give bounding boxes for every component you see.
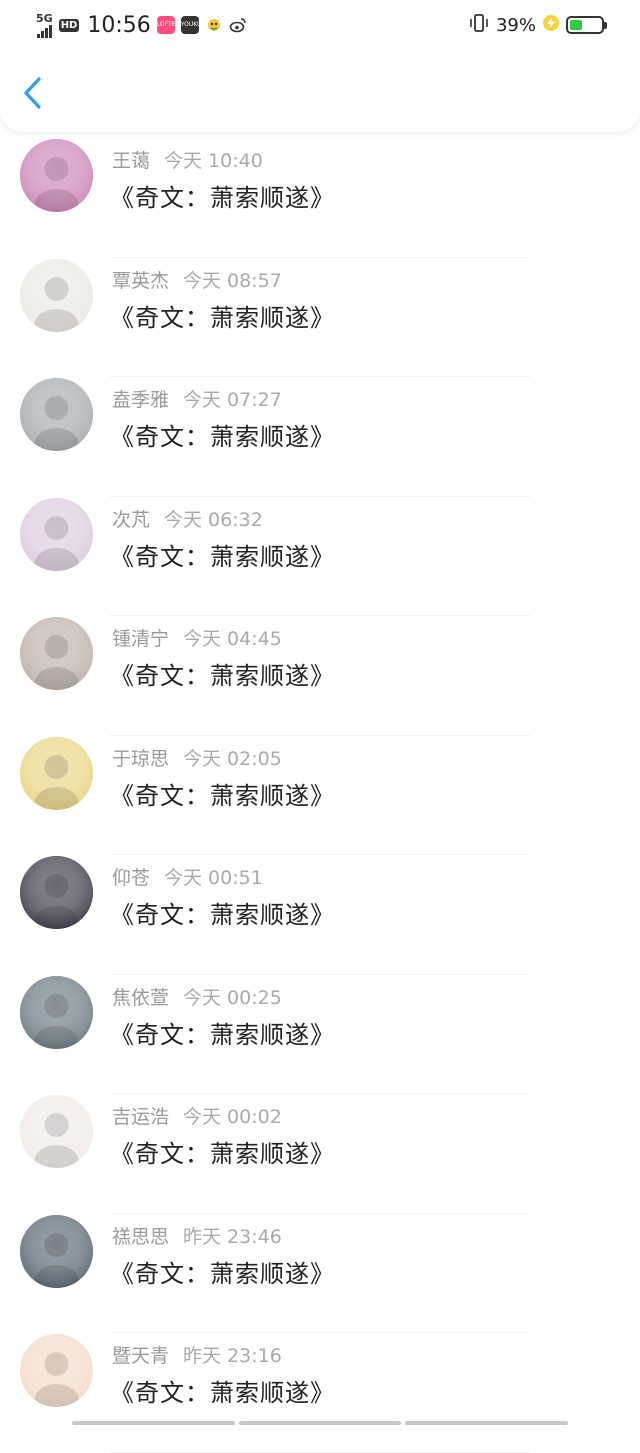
avatar[interactable] [20, 378, 93, 451]
item-title[interactable]: 《奇文：萧索顺遂》 [110, 298, 335, 333]
list-item[interactable]: 仰苍 今天 00:51 《奇文：萧索顺遂》 [0, 855, 640, 975]
clock: 10:56 [87, 12, 151, 38]
divider [110, 1451, 530, 1453]
item-title[interactable]: 《奇文：萧索顺遂》 [110, 1134, 335, 1169]
item-timestamp: 昨天 23:46 [183, 1225, 282, 1248]
status-bar-right: 39% [468, 10, 607, 40]
list-item[interactable]: 禚思思 昨天 23:46 《奇文：萧索顺遂》 [0, 1214, 640, 1333]
avatar[interactable] [20, 139, 93, 212]
status-bar: 5G HD 10:56 LOFTER YOUKU 39% [0, 0, 640, 50]
item-title[interactable]: 《奇文：萧索顺遂》 [110, 776, 335, 811]
item-meta: 焦依萱 今天 00:25 [112, 983, 282, 1010]
item-title[interactable]: 《奇文：萧索顺遂》 [110, 656, 335, 691]
chat-app-icon [205, 16, 223, 34]
item-author: 王蔼 [112, 150, 151, 172]
item-title[interactable]: 《奇文：萧索顺遂》 [110, 1373, 335, 1408]
avatar[interactable] [20, 617, 93, 690]
item-timestamp: 昨天 23:16 [183, 1345, 282, 1367]
list-item[interactable]: 暨天青 昨天 23:16 《奇文：萧索顺遂》 [0, 1333, 640, 1453]
item-title[interactable]: 《奇文：萧索顺遂》 [110, 417, 335, 452]
item-meta: 仰苍 今天 00:51 [112, 863, 263, 890]
item-meta: 于琼思 今天 02:05 [112, 744, 282, 771]
hd-badge: HD [58, 18, 80, 32]
list-item[interactable]: 盍季雅 今天 07:27 《奇文：萧索顺遂》 [0, 377, 640, 497]
battery-level [570, 20, 582, 30]
item-timestamp: 今天 07:27 [183, 389, 282, 411]
item-author: 盍季雅 [112, 389, 170, 411]
message-list: 王蔼 今天 10:40 《奇文：萧索顺遂》 覃英杰 今天 08:57 《奇文：萧索顺遂》盍… [0, 138, 640, 1453]
item-meta: 暨天青 昨天 23:16 [112, 1341, 282, 1368]
avatar[interactable] [20, 856, 93, 929]
list-item[interactable]: 锺清宁 今天 04:45 《奇文：萧索顺遂》 [0, 616, 640, 736]
avatar[interactable] [20, 1214, 93, 1288]
item-timestamp: 今天 10:40 [164, 150, 263, 172]
item-timestamp: 今天 00:25 [183, 986, 282, 1009]
item-author: 锺清宁 [112, 628, 170, 650]
avatar[interactable] [20, 497, 93, 571]
item-meta: 覃英杰 今天 08:57 [112, 266, 282, 293]
avatar[interactable] [20, 258, 93, 332]
list-item[interactable]: 吉运浩 今天 00:02 《奇文：萧索顺遂》 [0, 1094, 640, 1214]
item-meta: 锺清宁 今天 04:45 [112, 624, 282, 651]
item-author: 暨天青 [112, 1345, 170, 1367]
list-item[interactable]: 王蔼 今天 10:40 《奇文：萧索顺遂》 [0, 138, 640, 258]
item-author: 仰苍 [112, 867, 151, 889]
status-bar-left: 5G HD 10:56 LOFTER YOUKU [36, 10, 247, 40]
avatar[interactable] [20, 736, 93, 810]
nav-header [0, 50, 640, 132]
youku-icon: YOUKU [180, 16, 199, 34]
item-timestamp: 今天 00:02 [183, 1106, 282, 1128]
item-meta: 禚思思 昨天 23:46 [112, 1222, 282, 1249]
item-title[interactable]: 《奇文：萧索顺遂》 [110, 537, 335, 572]
item-title[interactable]: 《奇文：萧索顺遂》 [110, 1254, 335, 1289]
item-title[interactable]: 《奇文：萧索顺遂》 [110, 1015, 335, 1050]
item-meta: 次芃 今天 06:32 [112, 505, 263, 532]
item-timestamp: 今天 02:05 [183, 747, 282, 770]
item-timestamp: 今天 00:51 [164, 867, 263, 889]
avatar[interactable] [20, 975, 93, 1049]
list-item[interactable]: 于琼思 今天 02:05 《奇文：萧索顺遂》 [0, 736, 640, 855]
item-title[interactable]: 《奇文：萧索顺遂》 [110, 178, 335, 213]
charging-icon [542, 14, 560, 36]
item-author: 吉运浩 [112, 1106, 170, 1128]
battery-icon [566, 16, 607, 34]
item-title[interactable]: 《奇文：萧索顺遂》 [110, 895, 335, 930]
avatar[interactable] [20, 1095, 93, 1168]
item-timestamp: 今天 08:57 [183, 269, 282, 292]
network-indicator: 5G [36, 13, 53, 38]
item-author: 次芃 [112, 508, 151, 531]
item-meta: 王蔼 今天 10:40 [112, 146, 263, 173]
item-meta: 盍季雅 今天 07:27 [112, 385, 282, 412]
list-item[interactable]: 覃英杰 今天 08:57 《奇文：萧索顺遂》 [0, 258, 640, 377]
scroll-indicator [72, 1421, 569, 1425]
list-item[interactable]: 次芃 今天 06:32 《奇文：萧索顺遂》 [0, 497, 640, 616]
item-timestamp: 今天 06:32 [164, 508, 263, 531]
lofter-icon: LOFTER [156, 16, 175, 34]
chevron-left-icon [24, 77, 41, 109]
item-author: 覃英杰 [112, 269, 170, 292]
item-author: 禚思思 [112, 1225, 170, 1248]
network-type-label: 5G [36, 11, 53, 25]
back-button[interactable] [16, 72, 56, 112]
battery-percent: 39% [495, 14, 536, 36]
item-meta: 吉运浩 今天 00:02 [112, 1102, 282, 1129]
vibrate-icon [468, 13, 490, 37]
signal-strength-icon [36, 24, 52, 38]
item-timestamp: 今天 04:45 [183, 628, 282, 650]
item-author: 焦依萱 [112, 986, 170, 1009]
list-item[interactable]: 焦依萱 今天 00:25 《奇文：萧索顺遂》 [0, 975, 640, 1094]
item-author: 于琼思 [112, 747, 170, 770]
weibo-icon [229, 16, 247, 34]
avatar[interactable] [20, 1334, 93, 1407]
